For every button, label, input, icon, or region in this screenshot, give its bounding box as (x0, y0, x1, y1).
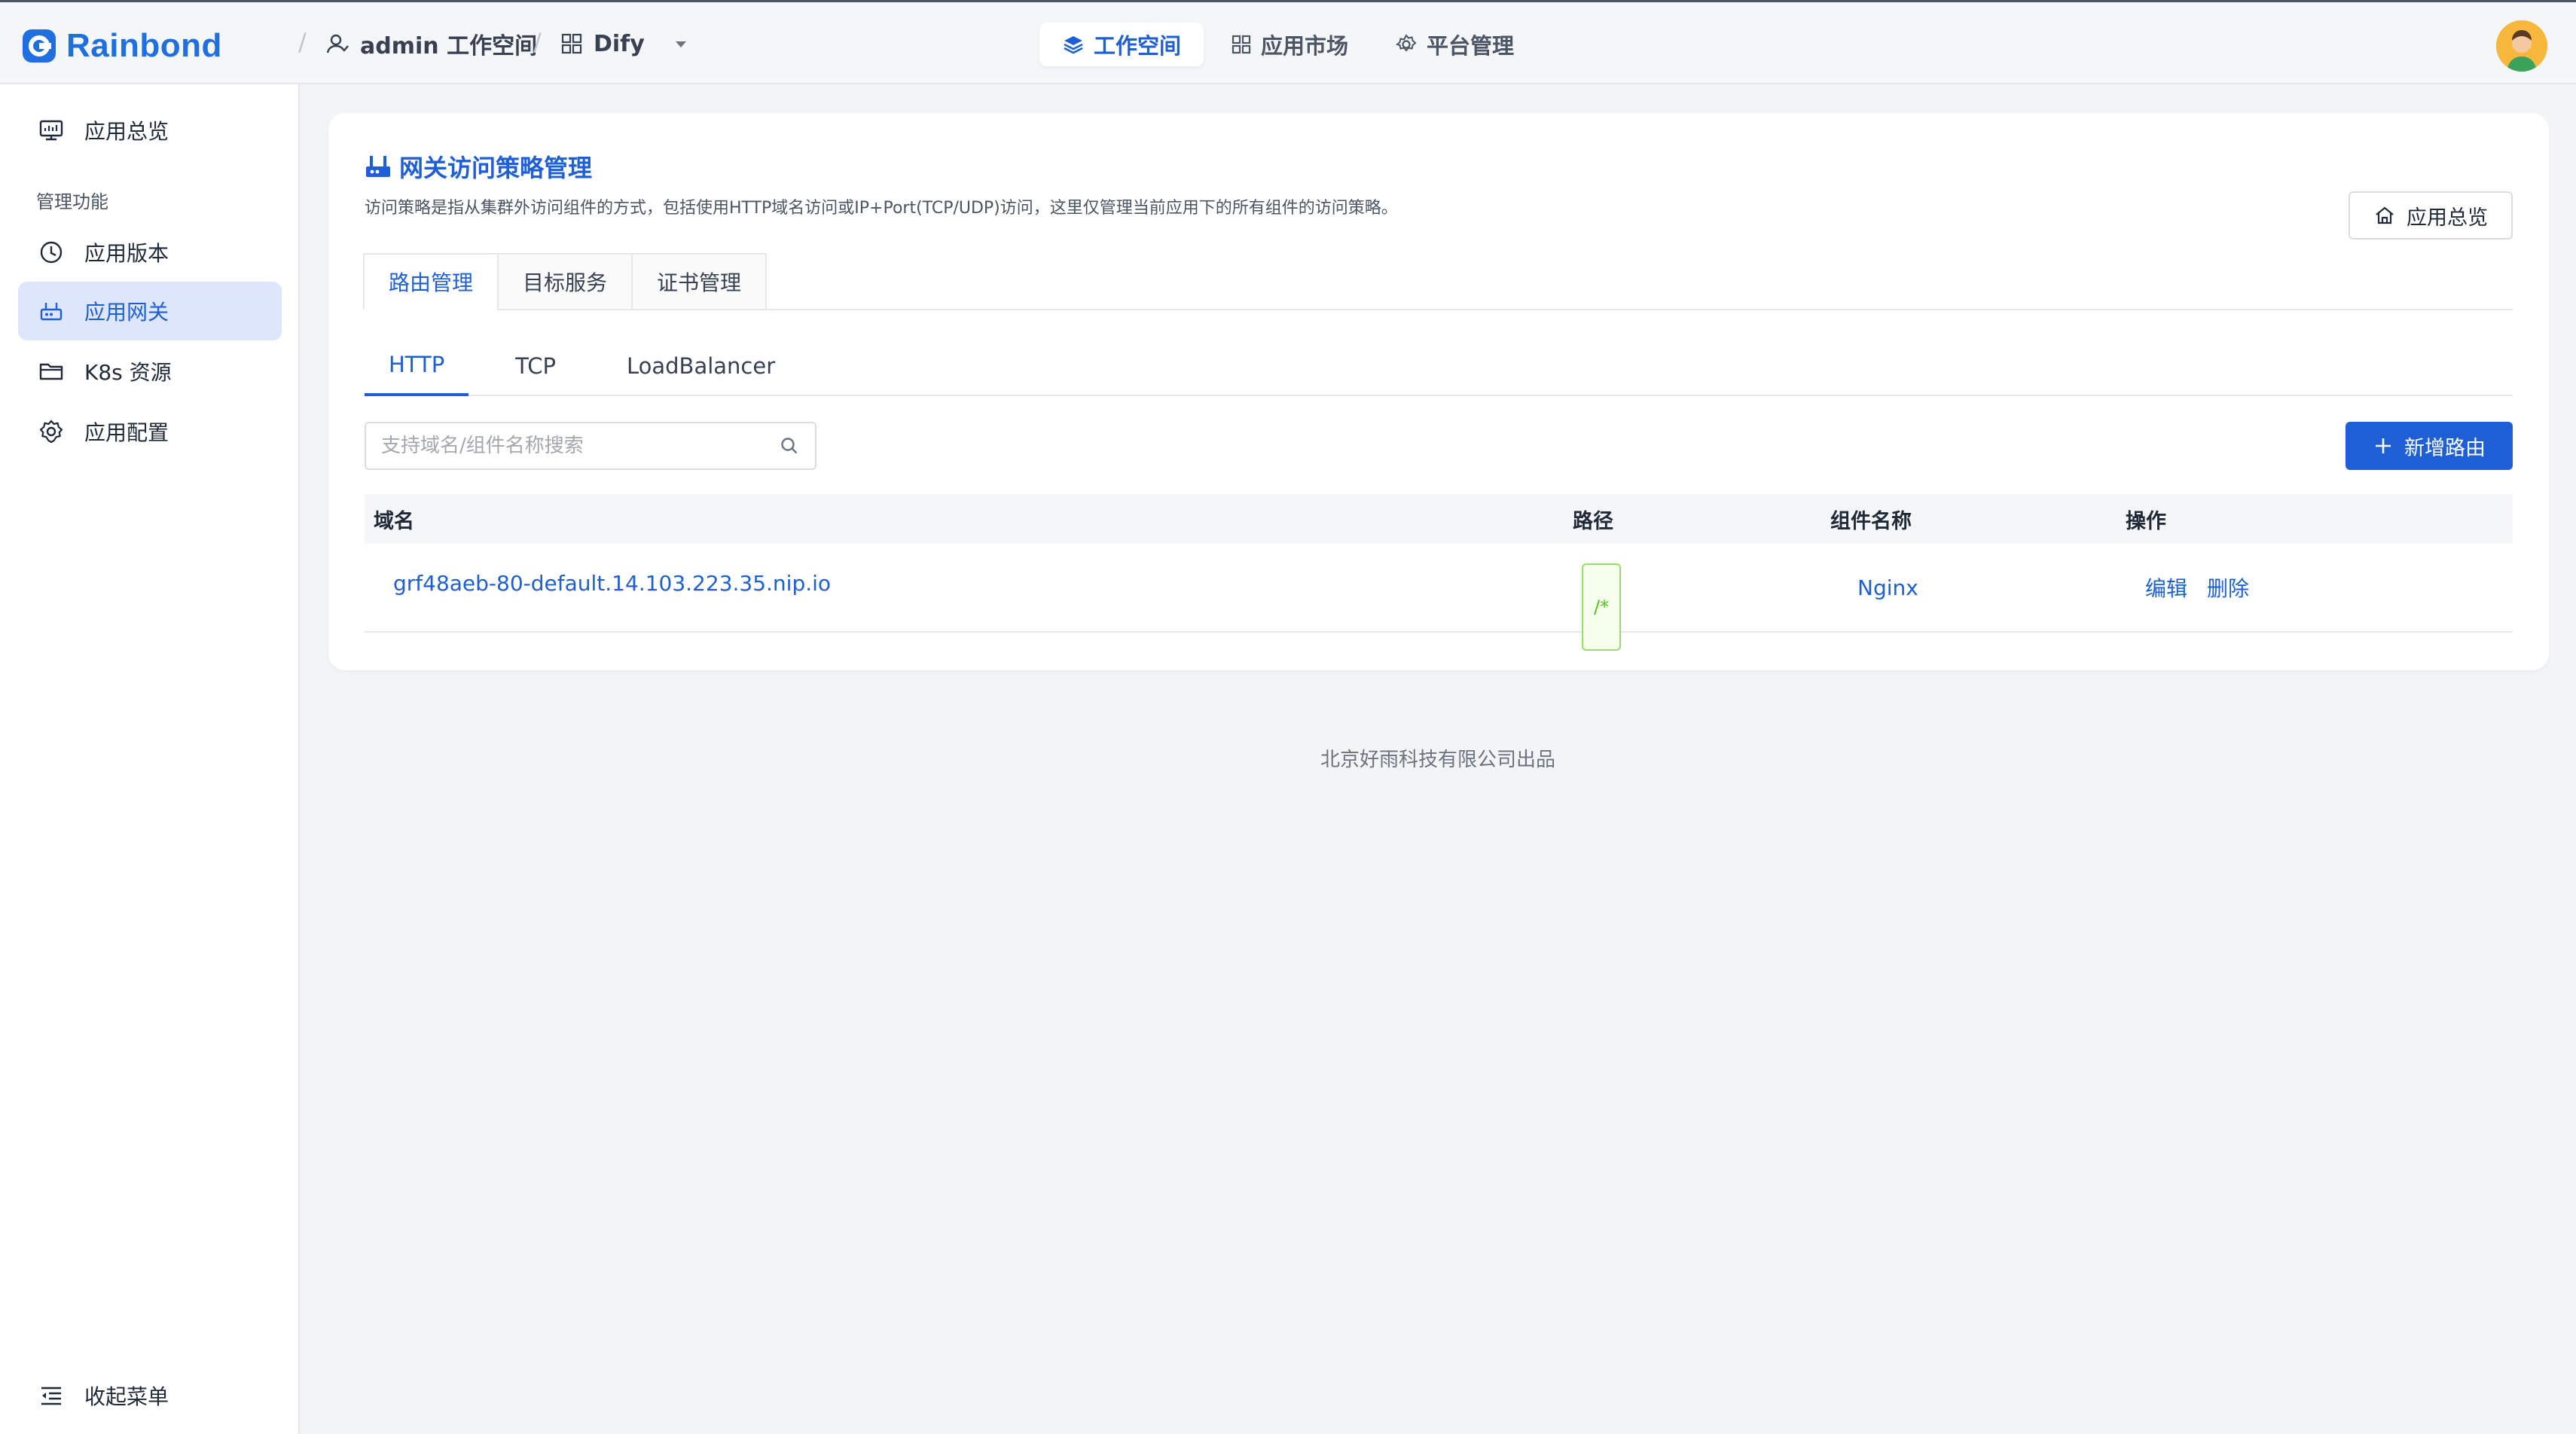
page-title-label: 网关访问策略管理 (399, 154, 593, 182)
rainbond-logo-icon (23, 29, 56, 63)
route-component-link[interactable]: Nginx (1857, 544, 1918, 631)
sidebar-item-label: K8s 资源 (84, 360, 172, 385)
sidebar-item-label: 应用配置 (84, 420, 169, 445)
table-row: grf48aeb-80-default.14.103.223.35.nip.io… (365, 544, 2513, 651)
tab-route-management[interactable]: 路由管理 (363, 253, 499, 310)
top-bar: Rainbond / admin 工作空间 / Dify 工作空间 应用市场 平… (0, 0, 2576, 84)
sidebar-item-k8s[interactable]: K8s 资源 (18, 342, 282, 401)
gateway-icon (366, 156, 390, 177)
sidebar-collapse-label: 收起菜单 (84, 1384, 169, 1409)
rainbond-logo[interactable]: Rainbond (20, 23, 222, 69)
breadcrumb-separator: / (533, 28, 542, 56)
sidebar-item-label: 应用网关 (84, 300, 169, 325)
sidebar-item-label: 应用总览 (84, 119, 169, 144)
column-header-domain: 域名 (374, 509, 414, 533)
avatar-icon (2496, 20, 2547, 72)
sidebar-item-overview[interactable]: 应用总览 (18, 101, 282, 160)
edit-route-button[interactable]: 编辑 (2145, 544, 2187, 631)
plus-icon (2376, 438, 2391, 453)
user-avatar[interactable] (2496, 20, 2547, 72)
topnav-platform[interactable]: 平台管理 (1372, 23, 1537, 66)
search-icon[interactable] (779, 435, 800, 456)
route-path-tag: /* (1582, 563, 1622, 651)
topnav-platform-label: 平台管理 (1427, 33, 1515, 59)
table-header: 域名 路径 组件名称 操作 (365, 494, 2513, 544)
page-description: 访问策略是指从集群外访问组件的方式，包括使用HTTP域名访问或IP+Port(T… (365, 199, 1398, 218)
protocol-tabs: HTTP TCP LoadBalancer (365, 336, 822, 396)
sidebar-item-gateway[interactable]: 应用网关 (18, 282, 282, 340)
sidebar-collapse-button[interactable]: 收起菜单 (18, 1366, 282, 1425)
topnav-market-label: 应用市场 (1261, 33, 1349, 59)
gateway-policy-card: 网关访问策略管理 访问策略是指从集群外访问组件的方式，包括使用HTTP域名访问或… (328, 113, 2549, 670)
clock-icon (38, 239, 65, 266)
breadcrumb-workspace[interactable]: admin 工作空间 (325, 26, 537, 61)
monitor-icon (38, 117, 65, 144)
tab-http[interactable]: HTTP (365, 336, 469, 396)
sidebar-section-title: 管理功能 (36, 191, 108, 212)
sidebar-item-config[interactable]: 应用配置 (18, 402, 282, 461)
search-input[interactable] (381, 435, 779, 457)
sidebar-item-label: 应用版本 (84, 241, 169, 266)
breadcrumb-app[interactable]: Dify (560, 26, 691, 61)
layers-icon (1064, 36, 1083, 54)
home-icon (2376, 206, 2394, 224)
app-overview-button[interactable]: 应用总览 (2349, 191, 2513, 240)
caret-down-icon[interactable] (670, 33, 691, 54)
tab-target-service[interactable]: 目标服务 (497, 253, 633, 310)
app-overview-button-label: 应用总览 (2407, 206, 2488, 230)
gear-icon (1395, 34, 1417, 52)
folder-icon (38, 358, 65, 385)
user-icon (326, 34, 349, 53)
collapse-menu-icon (38, 1382, 65, 1409)
footer-text: 北京好雨科技有限公司出品 (1320, 749, 1555, 771)
add-route-button-label: 新增路由 (2404, 436, 2486, 460)
tab-tcp[interactable]: TCP (491, 336, 580, 396)
column-header-path: 路径 (1573, 509, 1613, 533)
search-box (365, 422, 816, 470)
column-header-component: 组件名称 (1830, 509, 1912, 533)
management-tabs: 路由管理 目标服务 证书管理 (363, 253, 768, 310)
gear-icon (38, 418, 65, 445)
gateway-icon (38, 297, 65, 325)
grid-icon (561, 33, 582, 54)
topnav-market[interactable]: 应用市场 (1208, 23, 1371, 66)
breadcrumb-separator: / (298, 28, 307, 56)
delete-route-button[interactable]: 删除 (2207, 544, 2249, 631)
tab-certificate-management[interactable]: 证书管理 (631, 253, 768, 310)
column-header-actions: 操作 (2126, 509, 2166, 533)
add-route-button[interactable]: 新增路由 (2346, 422, 2513, 470)
topnav-workspace-label: 工作空间 (1094, 33, 1182, 59)
breadcrumb-app-label: Dify (594, 30, 645, 57)
topnav-workspace[interactable]: 工作空间 (1039, 23, 1204, 66)
page-title: 网关访问策略管理 (365, 149, 592, 184)
sidebar: 应用总览 管理功能 应用版本 应用网关 K8s 资源 应用配置 收起菜单 (0, 84, 300, 1434)
brand-name: Rainbond (66, 27, 222, 64)
sidebar-item-version[interactable]: 应用版本 (18, 223, 282, 282)
breadcrumb-workspace-label: admin 工作空间 (360, 33, 538, 59)
route-domain-link[interactable]: grf48aeb-80-default.14.103.223.35.nip.io (393, 539, 831, 627)
tab-loadbalancer[interactable]: LoadBalancer (603, 336, 799, 396)
grid-icon (1232, 35, 1251, 54)
